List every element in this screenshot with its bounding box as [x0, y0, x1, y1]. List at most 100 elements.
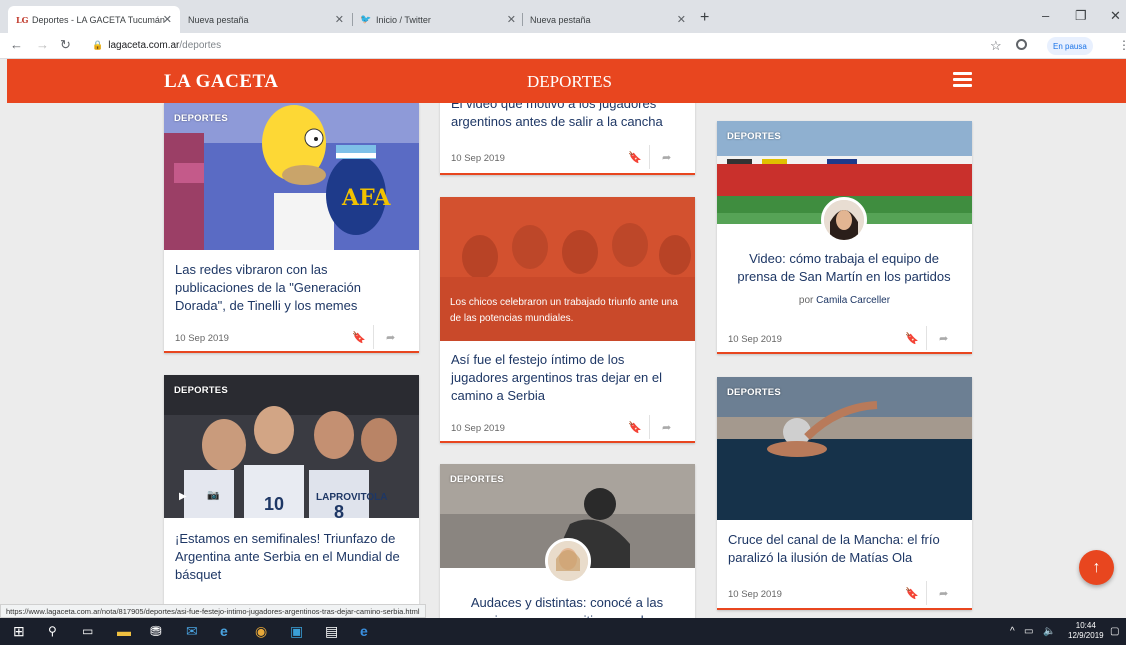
- clock-time: 10:44: [1075, 621, 1096, 630]
- news-card[interactable]: LAPROVITOLA 10 8 DEPORTES ▶ 📷 ¡Estamos e…: [164, 375, 419, 618]
- divider: [926, 581, 927, 605]
- tab-twitter[interactable]: 🐦 Inicio / Twitter ✕: [352, 6, 524, 33]
- share-icon[interactable]: ➦: [386, 331, 395, 344]
- bookmark-icon[interactable]: 🔖: [628, 151, 642, 164]
- clock-date: 12/9/2019: [1068, 631, 1104, 640]
- profile-button[interactable]: En pausa: [1047, 37, 1093, 55]
- minimize-icon[interactable]: –: [1042, 8, 1049, 23]
- arrow-up-icon: ↑: [1092, 558, 1101, 576]
- volume-icon[interactable]: 🔈: [1043, 626, 1055, 637]
- category-tag: DEPORTES: [174, 113, 228, 124]
- bookmark-icon[interactable]: 🔖: [905, 587, 919, 600]
- byline-prefix: por: [798, 295, 814, 306]
- card-image: LAPROVITOLA 10 8 DEPORTES ▶ 📷: [164, 375, 419, 518]
- divider: [373, 325, 374, 349]
- lock-icon: 🔒: [92, 40, 104, 50]
- card-date: 10 Sep 2019: [728, 589, 782, 600]
- share-icon[interactable]: ➦: [662, 421, 671, 434]
- card-image: Los chicos celebraron un trabajado triun…: [440, 197, 695, 341]
- share-icon[interactable]: ➦: [939, 587, 948, 600]
- back-arrow-icon[interactable]: ←: [10, 37, 23, 52]
- bookmark-icon[interactable]: 🔖: [352, 331, 366, 344]
- camera-icon: 📷: [207, 490, 220, 501]
- close-icon[interactable]: ✕: [677, 13, 686, 26]
- edge-icon[interactable]: e: [360, 623, 368, 640]
- task-view-icon[interactable]: ▭: [82, 623, 93, 640]
- news-card[interactable]: El video que motivó a los jugadores arge…: [440, 103, 695, 175]
- card-date: 10 Sep 2019: [175, 333, 229, 344]
- news-grid: AFA DEPORTES Las redes vibraron con las …: [0, 103, 1126, 618]
- chrome-menu-icon[interactable]: ⋮: [1118, 38, 1126, 52]
- close-icon[interactable]: ✕: [507, 13, 516, 26]
- extension-icon[interactable]: [1016, 39, 1027, 50]
- search-icon[interactable]: ⚲: [48, 623, 57, 640]
- news-card[interactable]: DEPORTES Cruce del canal de la Mancha: e…: [717, 377, 972, 610]
- card-date: 10 Sep 2019: [451, 423, 505, 434]
- new-tab-icon[interactable]: +: [700, 10, 709, 26]
- author-link[interactable]: Camila Carceller: [816, 295, 890, 306]
- tab-deportes[interactable]: LG Deportes - LA GACETA Tucumán ✕: [8, 6, 180, 33]
- bookmark-icon[interactable]: 🔖: [628, 421, 642, 434]
- site-header: LA GACETA DEPORTES: [7, 59, 1126, 103]
- news-card[interactable]: Los chicos celebraron un trabajado triun…: [440, 197, 695, 443]
- news-card[interactable]: AFA DEPORTES Las redes vibraron con las …: [164, 103, 419, 353]
- card-title[interactable]: Audaces y distintas: conocé a las mujere…: [451, 594, 683, 618]
- store-icon[interactable]: ⛃: [150, 623, 162, 640]
- byline: por Camila Carceller: [717, 295, 972, 306]
- news-card[interactable]: DEPORTES Audaces y distintas: conocé a l…: [440, 464, 695, 618]
- card-image: DEPORTES: [717, 377, 972, 520]
- windows-taskbar: ⊞ ⚲ ▭ ▬ ⛃ ✉ e ◉ ▣ ▤ e ^ ▭ 🔈 10:44 12/9/2…: [0, 618, 1126, 645]
- scroll-to-top-button[interactable]: ↑: [1079, 550, 1114, 585]
- network-icon[interactable]: ▭: [1024, 626, 1033, 637]
- reload-icon[interactable]: ↻: [60, 37, 71, 53]
- url-host: lagaceta.com.ar: [108, 40, 180, 51]
- chrome-icon[interactable]: ◉: [255, 623, 267, 640]
- url-field[interactable]: 🔒 lagaceta.com.ar/deportes: [92, 40, 221, 51]
- hamburger-menu-icon[interactable]: [953, 72, 972, 87]
- tab-label: Nueva pestaña: [530, 14, 591, 25]
- tab-label: Inicio / Twitter: [376, 14, 431, 25]
- share-icon[interactable]: ➦: [662, 151, 671, 164]
- tab-new-1[interactable]: Nueva pestaña ✕: [180, 6, 352, 33]
- category-tag: DEPORTES: [727, 387, 781, 398]
- site-logo[interactable]: LA GACETA: [164, 71, 278, 93]
- divider: [649, 145, 650, 169]
- share-icon[interactable]: ➦: [939, 332, 948, 345]
- category-tag: DEPORTES: [727, 131, 781, 142]
- restore-icon[interactable]: ❐: [1075, 8, 1087, 24]
- bookmark-star-icon[interactable]: ☆: [990, 38, 1002, 54]
- card-title[interactable]: Cruce del canal de la Mancha: el frío pa…: [728, 531, 960, 567]
- category-tag: DEPORTES: [450, 474, 504, 485]
- mail-icon[interactable]: ✉: [186, 623, 198, 640]
- close-icon[interactable]: ✕: [335, 13, 344, 26]
- window-close-icon[interactable]: ✕: [1110, 8, 1121, 24]
- card-title[interactable]: Las redes vibraron con las publicaciones…: [175, 261, 407, 315]
- internet-explorer-icon[interactable]: e: [220, 623, 228, 640]
- tab-label: Nueva pestaña: [188, 14, 249, 25]
- svg-text:8: 8: [334, 502, 344, 518]
- word-icon[interactable]: ▤: [325, 623, 338, 640]
- card-title[interactable]: ¡Estamos en semifinales! Triunfazo de Ar…: [175, 530, 407, 584]
- notifications-icon[interactable]: ▢: [1110, 626, 1119, 637]
- card-title[interactable]: El video que motivó a los jugadores arge…: [451, 103, 683, 131]
- browser-tab-strip: LG Deportes - LA GACETA Tucumán ✕ Nueva …: [0, 0, 1126, 33]
- image-caption: Los chicos celebraron un trabajado triun…: [450, 297, 678, 324]
- status-bar-url: https://www.lagaceta.com.ar/nota/817905/…: [0, 604, 426, 618]
- file-explorer-icon[interactable]: ▬: [117, 623, 131, 640]
- divider: [926, 326, 927, 350]
- card-title[interactable]: Así fue el festejo íntimo de los jugador…: [451, 351, 683, 405]
- app-icon[interactable]: ▣: [290, 623, 303, 640]
- forward-arrow-icon[interactable]: →: [36, 37, 49, 52]
- card-title[interactable]: Video: cómo trabaja el equipo de prensa …: [728, 250, 960, 286]
- card-date: 10 Sep 2019: [728, 334, 782, 345]
- tray-chevron-icon[interactable]: ^: [1010, 626, 1015, 637]
- windows-start-icon[interactable]: ⊞: [13, 623, 25, 640]
- taskbar-clock[interactable]: 10:44 12/9/2019: [1068, 621, 1104, 641]
- svg-text:LAPROVITOLA: LAPROVITOLA: [316, 492, 387, 503]
- tab-new-2[interactable]: Nueva pestaña ✕: [522, 6, 694, 33]
- twitter-bird-icon: 🐦: [360, 14, 372, 25]
- close-icon[interactable]: ✕: [163, 13, 172, 26]
- category-tag: DEPORTES: [174, 385, 228, 396]
- bookmark-icon[interactable]: 🔖: [905, 332, 919, 345]
- news-card[interactable]: DEPORTES Video: cómo trabaja el equipo d…: [717, 121, 972, 354]
